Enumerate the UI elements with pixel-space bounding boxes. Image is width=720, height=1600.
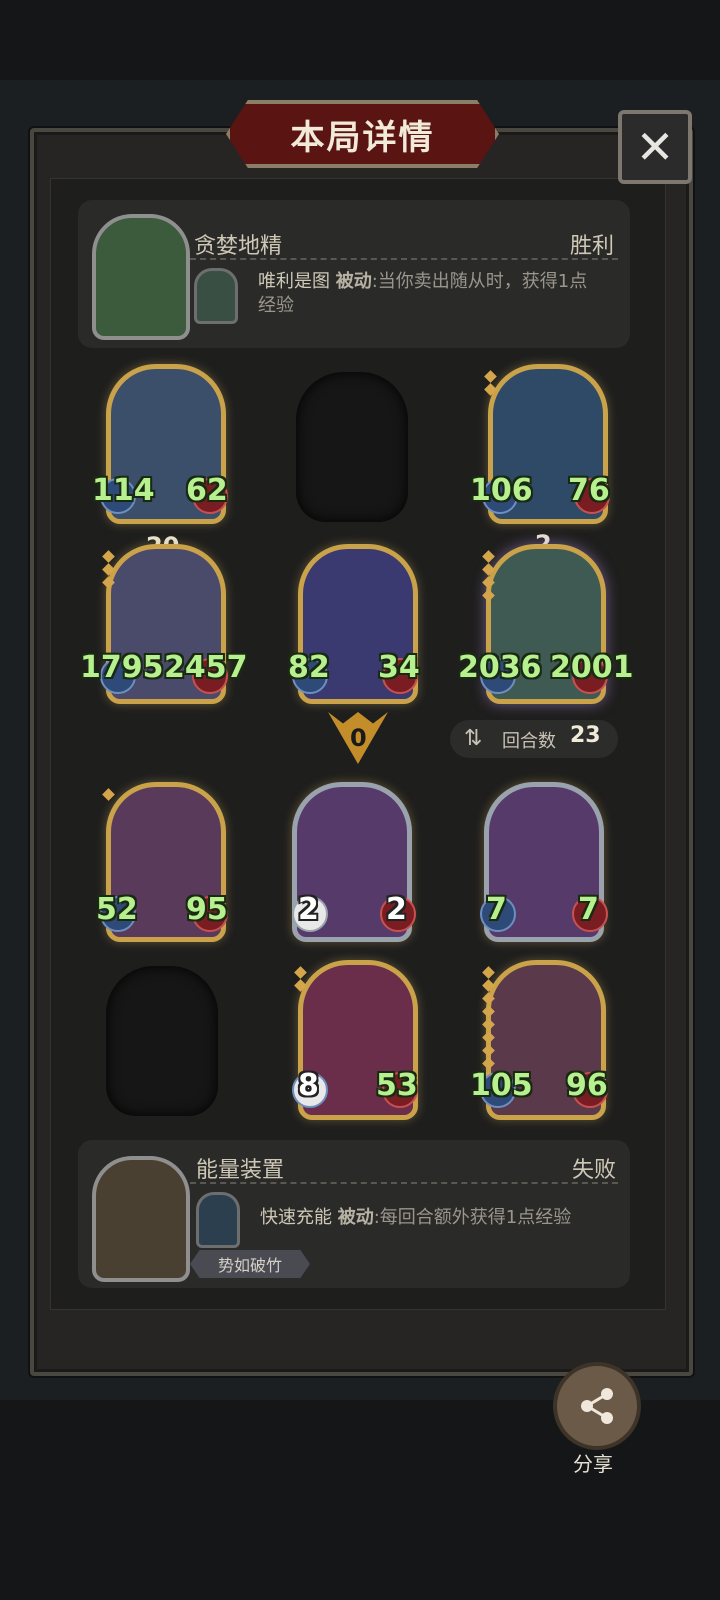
share-icon [581, 1388, 613, 1424]
rank-marks [102, 550, 115, 591]
minion-health: 96 [566, 1068, 608, 1103]
page-title: 本局详情 [290, 117, 435, 158]
skill-icon [194, 268, 238, 324]
minion-attack: 52 [96, 892, 138, 927]
round-label: 回合数 [502, 731, 556, 752]
rank-marks [484, 370, 497, 398]
minion-health: 62 [186, 473, 228, 508]
round-icon: ⇅ [464, 726, 483, 751]
share-button[interactable] [553, 1362, 641, 1450]
minion-health: 2457 [164, 650, 248, 685]
winner-result: 胜利 [570, 234, 615, 259]
minion-attack: 7 [486, 892, 507, 927]
minion-attack: 105 [470, 1068, 533, 1103]
minion-attack: 114 [92, 473, 155, 508]
divider [190, 1182, 618, 1184]
loser-name: 能量装置 [196, 1158, 285, 1183]
minion-attack: 2 [298, 892, 319, 927]
round-value: 23 [570, 723, 601, 748]
streak-badge: 势如破竹 [190, 1250, 310, 1278]
skill-description: 快速充能 被动:每回合额外获得1点经验 [260, 1207, 572, 1228]
close-icon: ✕ [635, 120, 675, 174]
empty-slot [106, 966, 218, 1116]
minion-attack: 106 [470, 473, 533, 508]
energy-device-portrait [92, 1156, 190, 1282]
rank-marks [102, 788, 115, 803]
divider [190, 258, 618, 260]
minion-health: 34 [378, 650, 420, 685]
close-button[interactable]: ✕ [618, 110, 692, 184]
minion-health: 95 [186, 892, 228, 927]
damage-value: 0 [350, 724, 367, 752]
minion-attack: 8 [298, 1068, 319, 1103]
minion-health: 2001 [550, 650, 634, 685]
minion-health: 76 [568, 473, 610, 508]
loser-result: 失败 [572, 1158, 617, 1183]
minion-health: 2 [386, 892, 407, 927]
goblin-portrait [92, 214, 190, 340]
winner-name: 贪婪地精 [194, 234, 283, 259]
rank-marks [294, 966, 307, 994]
empty-slot [296, 372, 408, 522]
minion-attack: 2036 [458, 650, 542, 685]
minion-health: 7 [578, 892, 599, 927]
minion-health: 53 [376, 1068, 418, 1103]
minion-attack: 1795 [80, 650, 164, 685]
minion-attack: 82 [288, 650, 330, 685]
skill-description: 唯利是图 被动:当你卖出随从时，获得1点 经验 [258, 271, 588, 316]
skill-icon [196, 1192, 240, 1248]
share-label: 分享 [573, 1452, 613, 1476]
rank-marks [482, 550, 495, 604]
